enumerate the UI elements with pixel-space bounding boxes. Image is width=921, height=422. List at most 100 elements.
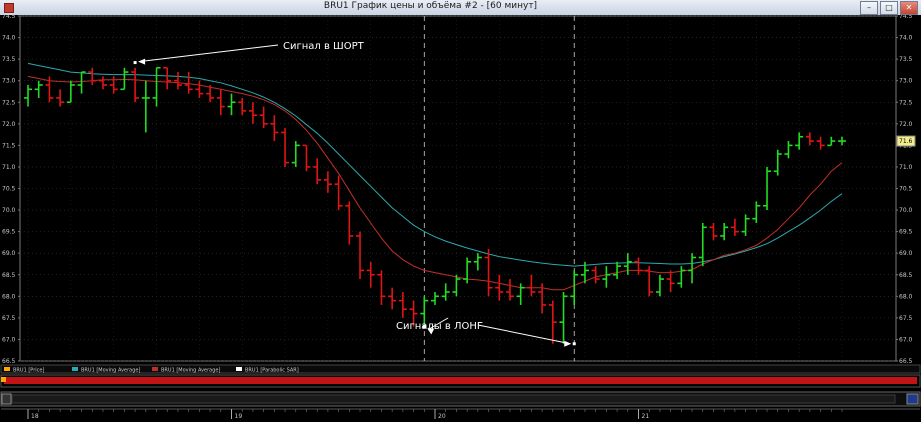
last-price-label: 71.6 xyxy=(899,138,913,145)
legend-label: BRU1 [Parabolic SAR] xyxy=(245,368,299,374)
y-tick-label-left: 69.0 xyxy=(2,250,16,257)
ohlc-bar xyxy=(484,248,493,297)
ohlc-bar xyxy=(323,171,332,193)
ohlc-bar xyxy=(784,141,793,159)
y-tick-label-left: 67.5 xyxy=(2,315,16,322)
legend-swatch xyxy=(4,367,10,371)
ohlc-bar xyxy=(388,287,397,310)
y-tick-label-left: 71.0 xyxy=(2,164,16,171)
scroll-right-button xyxy=(906,393,919,405)
y-tick-label-right: 74.0 xyxy=(899,35,913,42)
y-tick-label-left: 71.5 xyxy=(2,142,16,149)
y-tick-label-left: 72.5 xyxy=(2,99,16,106)
ohlc-bar xyxy=(227,93,236,116)
y-tick-label-left: 70.5 xyxy=(2,186,16,193)
x-tick-label: 21 xyxy=(642,413,650,420)
legend-swatch xyxy=(72,367,78,371)
y-tick-label-right: 67.5 xyxy=(899,315,913,322)
legend-swatch xyxy=(152,367,158,371)
legend-label: BRU1 [Moving Average] xyxy=(81,368,140,374)
y-tick-label-right: 68.0 xyxy=(899,293,913,300)
ohlc-bar xyxy=(152,66,161,107)
ohlc-bar xyxy=(184,72,193,94)
ohlc-bar xyxy=(313,158,322,185)
x-tick-label: 19 xyxy=(235,413,243,420)
y-tick-label-left: 72.0 xyxy=(2,121,16,128)
y-tick-label-left: 73.5 xyxy=(2,56,16,63)
annotation-arrow xyxy=(477,324,571,345)
ohlc-bar xyxy=(677,266,686,288)
ohlc-bar xyxy=(66,80,75,104)
y-tick-label-left: 74.5 xyxy=(2,15,16,20)
y-tick-label-right: 74.5 xyxy=(899,15,913,20)
ohlc-bar xyxy=(77,71,86,94)
ohlc-bar xyxy=(645,266,654,297)
y-tick-label-right: 69.5 xyxy=(899,229,913,236)
annotation-short-signal: Сигнал в ШОРТ xyxy=(283,41,365,52)
ohlc-bar xyxy=(805,132,814,146)
ohlc-bar xyxy=(441,283,450,301)
ohlc-bar xyxy=(655,274,664,297)
x-tick-label: 20 xyxy=(438,413,446,420)
scrollbar-thumb xyxy=(11,394,896,404)
ohlc-bar xyxy=(666,270,675,292)
y-tick-label-left: 68.5 xyxy=(2,272,16,279)
chart-frame: 74.5 74.5 74.0 74.0 73.5 73.5 73.0 73.0 72.5 72.5… xyxy=(0,15,921,422)
y-tick-label-right: 68.5 xyxy=(899,272,913,279)
ohlc-bar xyxy=(334,175,343,211)
ohlc-bar xyxy=(838,136,846,146)
ohlc-bar xyxy=(281,128,290,167)
close-button[interactable]: ✕ xyxy=(900,1,918,15)
ohlc-bar xyxy=(88,67,97,85)
ohlc-bar xyxy=(634,257,643,275)
y-tick-label-left: 70.0 xyxy=(2,207,16,214)
y-tick-label-right: 69.0 xyxy=(899,250,913,257)
ohlc-bar xyxy=(356,231,365,280)
ohlc-bar xyxy=(741,214,750,236)
window-title: BRU1 График цены и объёма #2 - [60 минут… xyxy=(323,1,538,11)
legend-swatch xyxy=(236,367,242,371)
ohlc-bar xyxy=(259,106,268,129)
sar-point xyxy=(133,61,137,65)
ohlc-bar xyxy=(516,283,525,305)
window-titlebar: BRU1 График цены и объёма #2 - [60 минут… xyxy=(0,0,921,16)
y-tick-label-right: 71.0 xyxy=(899,164,913,171)
volume-band xyxy=(4,377,917,384)
minimize-button[interactable]: – xyxy=(860,1,878,15)
y-tick-label-left: 74.0 xyxy=(2,35,16,42)
ohlc-bar xyxy=(98,76,107,90)
x-tick-label: 18 xyxy=(31,413,39,420)
y-tick-label-right: 73.5 xyxy=(899,56,913,63)
ohlc-bar xyxy=(131,67,140,103)
sar-point xyxy=(572,342,576,346)
y-tick-label-right: 66.5 xyxy=(899,358,913,365)
ohlc-bar xyxy=(291,141,300,167)
ohlc-bar xyxy=(238,97,247,116)
y-tick-label-right: 73.0 xyxy=(899,78,913,85)
ohlc-bar xyxy=(473,253,482,271)
ohlc-bar xyxy=(698,223,707,267)
ohlc-bar xyxy=(816,136,825,150)
y-tick-label-left: 68.0 xyxy=(2,293,16,300)
ohlc-bar xyxy=(720,223,729,241)
window-controls: – □ ✕ xyxy=(860,1,918,15)
y-tick-label-right: 70.0 xyxy=(899,207,913,214)
y-tick-label-right: 70.5 xyxy=(899,186,913,193)
ohlc-bar xyxy=(623,253,632,275)
y-tick-label-right: 67.0 xyxy=(899,336,913,343)
ohlc-bar xyxy=(248,102,257,124)
ohlc-bar xyxy=(345,201,354,245)
ohlc-bar xyxy=(570,270,579,305)
price-chart[interactable]: 74.5 74.5 74.0 74.0 73.5 73.5 73.0 73.0 72.5 72.5… xyxy=(0,15,921,422)
y-tick-label-right: 72.0 xyxy=(899,121,913,128)
maximize-button[interactable]: □ xyxy=(880,1,898,15)
ohlc-bar xyxy=(548,300,557,344)
ohlc-bar xyxy=(398,292,407,318)
y-tick-label-left: 66.5 xyxy=(2,358,16,365)
ohlc-bar xyxy=(302,144,311,172)
y-tick-label-right: 72.5 xyxy=(899,99,913,106)
ohlc-bar xyxy=(527,274,536,297)
ohlc-bar xyxy=(827,136,836,147)
ohlc-bar xyxy=(495,274,504,301)
annotation-arrowhead xyxy=(564,340,572,347)
